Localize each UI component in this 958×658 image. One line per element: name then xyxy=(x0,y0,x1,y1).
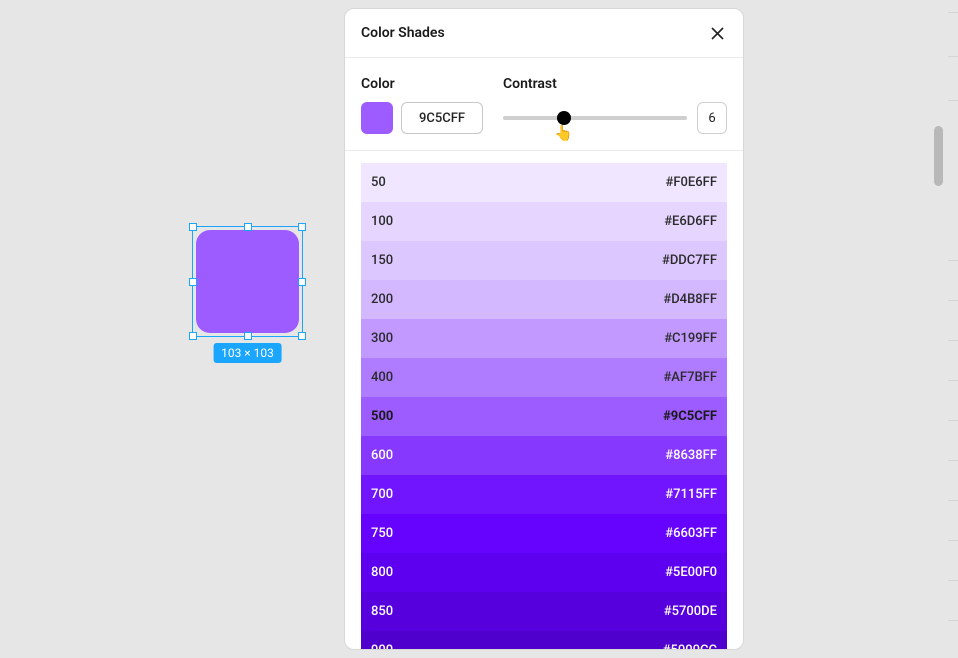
vertical-scrollbar[interactable] xyxy=(934,126,943,186)
shade-row[interactable]: 850 #5700DE xyxy=(361,592,727,631)
shade-hex: #5700DE xyxy=(664,604,717,619)
contrast-value-input[interactable]: 6 xyxy=(697,102,727,134)
shade-hex: #9C5CFF xyxy=(663,409,717,424)
ruler-marks xyxy=(948,0,958,658)
contrast-slider[interactable]: 👆 xyxy=(503,102,687,134)
shade-step: 400 xyxy=(371,370,393,385)
shade-step: 600 xyxy=(371,448,393,463)
shade-row[interactable]: 300 #C199FF xyxy=(361,319,727,358)
shade-hex: #7115FF xyxy=(665,487,717,502)
shade-step: 50 xyxy=(371,175,386,190)
shade-step: 100 xyxy=(371,214,393,229)
shade-step: 850 xyxy=(371,604,393,619)
shade-step: 750 xyxy=(371,526,393,541)
shade-hex: #AF7BFF xyxy=(663,370,717,385)
color-label: Color xyxy=(361,76,483,92)
panel-controls: Color 9C5CFF Contrast 👆 6 xyxy=(345,58,743,151)
selected-shape[interactable]: 103 × 103 xyxy=(196,230,299,333)
contrast-label: Contrast xyxy=(503,76,727,92)
shade-hex: #D4B8FF xyxy=(663,292,717,307)
shade-step: 700 xyxy=(371,487,393,502)
shape-square[interactable] xyxy=(196,230,299,333)
color-swatch[interactable] xyxy=(361,102,393,134)
slider-thumb[interactable] xyxy=(557,111,571,125)
shade-row[interactable]: 900 #5000CC xyxy=(361,631,727,649)
panel-title: Color Shades xyxy=(361,25,445,41)
resize-handle-se[interactable] xyxy=(298,332,306,340)
color-shades-panel: Color Shades Color 9C5CFF Contrast xyxy=(344,8,744,650)
shade-step: 200 xyxy=(371,292,393,307)
shade-row[interactable]: 100 #E6D6FF xyxy=(361,202,727,241)
shade-row[interactable]: 700 #7115FF xyxy=(361,475,727,514)
shade-row[interactable]: 200 #D4B8FF xyxy=(361,280,727,319)
shade-row[interactable]: 800 #5E00F0 xyxy=(361,553,727,592)
resize-handle-ne[interactable] xyxy=(298,223,306,231)
shade-row[interactable]: 400 #AF7BFF xyxy=(361,358,727,397)
shade-row[interactable]: 500 #9C5CFF xyxy=(361,397,727,436)
shade-step: 900 xyxy=(371,643,393,649)
resize-handle-sw[interactable] xyxy=(189,332,197,340)
panel-header: Color Shades xyxy=(345,9,743,58)
design-canvas[interactable]: 103 × 103 Color Shades Color 9C5CFF Cont… xyxy=(0,0,958,658)
shade-hex: #F0E6FF xyxy=(666,175,717,190)
shade-hex: #DDC7FF xyxy=(662,253,717,268)
shade-step: 300 xyxy=(371,331,393,346)
resize-handle-s[interactable] xyxy=(244,332,252,340)
shade-hex: #E6D6FF xyxy=(664,214,717,229)
shades-list[interactable]: 50 #F0E6FF 100 #E6D6FF 150 #DDC7FF 200 #D4B8FF 3… xyxy=(345,151,743,649)
cursor-icon: 👆 xyxy=(554,124,573,142)
resize-handle-nw[interactable] xyxy=(189,223,197,231)
color-control: Color 9C5CFF xyxy=(361,76,483,134)
shade-hex: #8638FF xyxy=(665,448,717,463)
resize-handle-e[interactable] xyxy=(298,278,306,286)
shade-row[interactable]: 150 #DDC7FF xyxy=(361,241,727,280)
shade-row[interactable]: 600 #8638FF xyxy=(361,436,727,475)
dimensions-badge: 103 × 103 xyxy=(213,343,282,363)
hex-input[interactable]: 9C5CFF xyxy=(401,102,483,134)
shade-hex: #C199FF xyxy=(664,331,717,346)
shade-hex: #5E00F0 xyxy=(665,565,717,580)
shade-row[interactable]: 750 #6603FF xyxy=(361,514,727,553)
contrast-control: Contrast 👆 6 xyxy=(503,76,727,134)
close-button[interactable] xyxy=(707,23,727,43)
slider-track xyxy=(503,116,687,120)
shade-hex: #6603FF xyxy=(665,526,717,541)
shade-hex: #5000CC xyxy=(663,643,717,649)
shade-row[interactable]: 50 #F0E6FF xyxy=(361,163,727,202)
close-icon xyxy=(710,26,725,41)
shade-step: 500 xyxy=(371,409,393,424)
shade-step: 150 xyxy=(371,253,393,268)
shade-step: 800 xyxy=(371,565,393,580)
